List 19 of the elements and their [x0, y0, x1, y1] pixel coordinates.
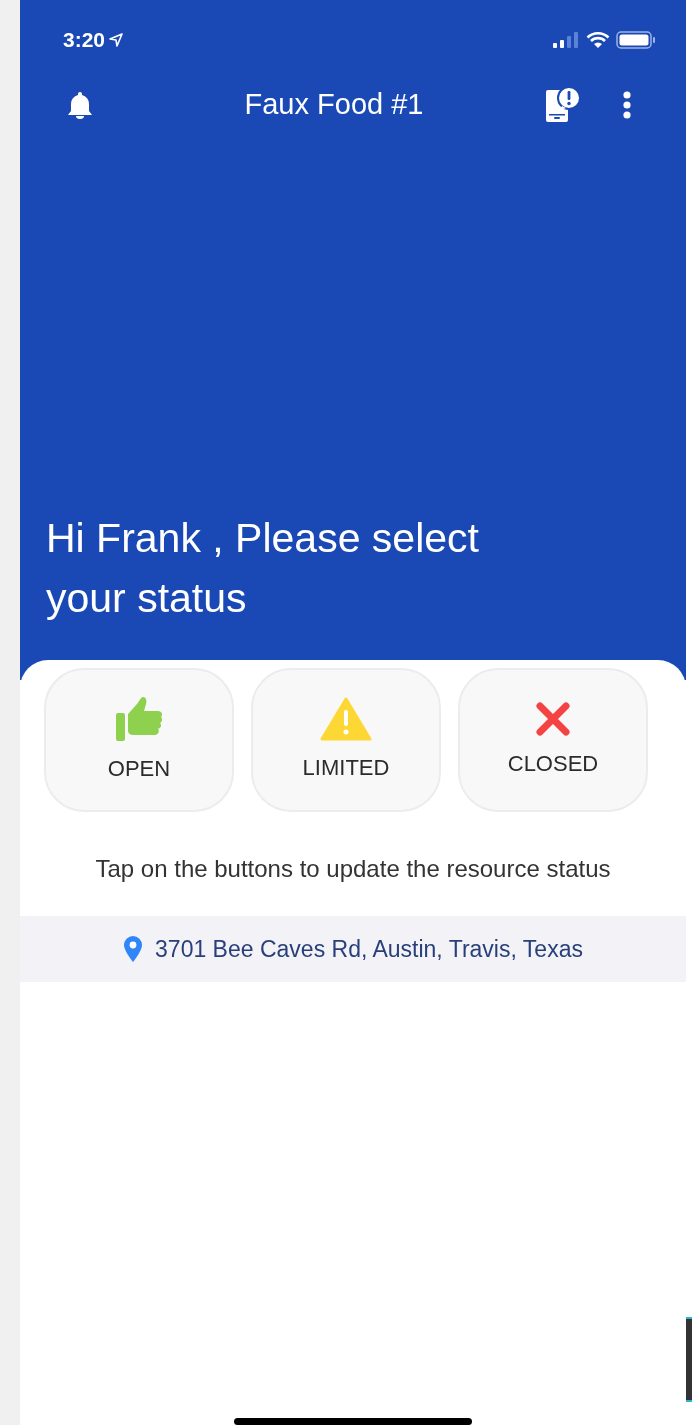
warning-icon: [320, 696, 372, 741]
location-arrow-icon: [109, 33, 124, 47]
signal-icon: [552, 31, 580, 49]
header-title: Faux Food #1: [243, 87, 425, 123]
greeting-text: Hi Frank , Please select your status: [45, 514, 480, 623]
address-text: 3701 Bee Caves Rd, Austin, Travis, Texas: [155, 934, 583, 964]
status-button[interactable]: CLOSED: [458, 668, 648, 812]
close-icon: [535, 700, 571, 737]
phone-alert-icon[interactable]: [544, 86, 582, 124]
battery-icon: [616, 30, 656, 50]
status-button[interactable]: OPEN: [44, 668, 234, 812]
location-pin-icon: [123, 935, 144, 963]
wifi-icon: [586, 31, 610, 49]
status-button[interactable]: LIMITED: [251, 668, 441, 812]
bell-icon[interactable]: [66, 90, 94, 120]
thumbs-up-icon: [115, 695, 163, 742]
hint-text: Tap on the buttons to update the resource status: [94, 854, 612, 884]
more-options-icon[interactable]: [622, 91, 632, 119]
status-time: 3:20: [63, 27, 106, 54]
